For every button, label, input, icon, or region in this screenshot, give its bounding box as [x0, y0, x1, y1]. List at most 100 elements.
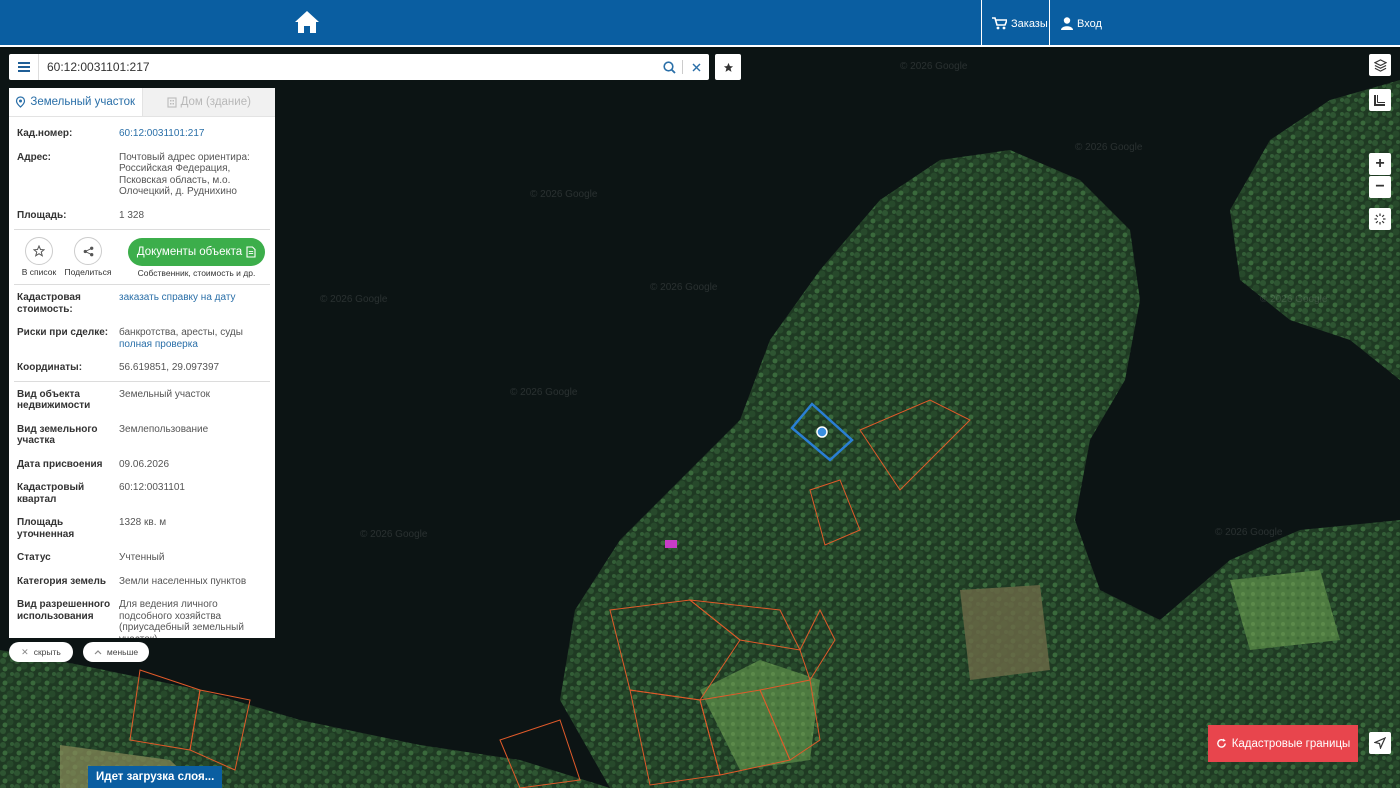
field-value: Землепользование [119, 423, 209, 435]
hide-panel-button[interactable]: ✕ скрыть [9, 642, 73, 662]
search-button[interactable] [656, 54, 682, 80]
login-label: Вход [1077, 17, 1102, 30]
field-value: Для ведения личного подсобного хозяйства… [119, 599, 244, 638]
menu-button[interactable] [9, 54, 39, 80]
layer-loading-indicator: Идет загрузка слоя... [88, 766, 223, 788]
share-label: Поделиться [64, 267, 112, 277]
login-button[interactable]: Вход [1061, 0, 1102, 47]
tab-building-label: Дом (здание) [180, 96, 251, 108]
field-status: Статус Учтенный [9, 552, 275, 564]
field-label: Площадь уточненная [17, 517, 75, 540]
top-bar: Заказы Вход [0, 0, 1400, 47]
add-to-list-label: В список [21, 267, 57, 277]
map-watermark: © 2026 Google [650, 282, 718, 293]
risks-value: банкротства, аресты, суды полная проверк… [119, 327, 267, 350]
field-label: Статус [17, 552, 51, 563]
coordinates-value: 56.619851, 29.097397 [119, 362, 220, 373]
zoom-out-button[interactable]: − [1369, 176, 1391, 198]
search-icon [662, 60, 676, 74]
field-value: 09.06.2026 [119, 458, 170, 470]
field-value: Земельный участок [119, 388, 211, 400]
zoom-in-button[interactable]: + [1369, 153, 1391, 175]
object-tabs: Земельный участок Дом (здание) [9, 88, 275, 117]
map-watermark: © 2026 Google [1215, 527, 1283, 538]
object-documents-button[interactable]: Документы объекта [128, 238, 265, 266]
navigation-arrow-icon [1374, 737, 1386, 749]
clear-search-button[interactable] [683, 54, 709, 80]
object-info-panel: Земельный участок Дом (здание) Кад.номер… [9, 88, 275, 638]
layers-icon [1373, 58, 1387, 72]
field-cad-number: Кад.номер: 60:12:0031101:217 [9, 128, 275, 140]
cad-number-link[interactable]: 60:12:0031101:217 [119, 128, 267, 140]
address-value: Почтовый адрес ориентира: Российская Фед… [119, 151, 250, 198]
field-area-precise: Площадь уточненная 1328 кв. м [9, 517, 275, 540]
home-icon[interactable] [294, 10, 320, 34]
add-to-list-button[interactable] [25, 237, 53, 265]
map-watermark: © 2026 Google [320, 294, 388, 305]
search-input[interactable] [39, 55, 656, 79]
close-icon [692, 63, 700, 71]
refresh-icon [1216, 738, 1226, 748]
minus-icon: − [1375, 178, 1385, 195]
field-plot-type: Вид земельного участка Землепользование [9, 424, 275, 447]
map-watermark: © 2026 Google [1260, 294, 1328, 305]
field-cad-quarter: Кадастровый квартал 60:12:0031101 [9, 482, 275, 505]
less-label: меньше [106, 647, 139, 657]
orders-label: Заказы [1011, 17, 1048, 30]
fullscreen-button[interactable] [1369, 208, 1391, 230]
field-coordinates: Координаты: 56.619851, 29.097397 [9, 362, 275, 374]
share-button[interactable] [74, 237, 102, 265]
field-label: Кад.номер: [17, 128, 73, 139]
layers-button[interactable] [1369, 54, 1391, 76]
parcel-icon [16, 96, 26, 108]
tab-land-plot-label: Земельный участок [30, 96, 136, 108]
object-actions: В список Поделиться Документы объекта Со… [9, 230, 275, 282]
risks-text: банкротства, аресты, суды [119, 327, 243, 338]
less-info-button[interactable]: меньше [83, 642, 149, 662]
field-value: 60:12:0031101 [119, 482, 185, 493]
field-label: Дата присвоения [17, 458, 103, 470]
star-outline-icon [33, 245, 45, 257]
map-watermark: © 2026 Google [900, 61, 968, 72]
map-watermark: © 2026 Google [530, 189, 598, 200]
full-check-link[interactable]: полная проверка [119, 339, 267, 351]
document-icon [246, 246, 256, 258]
field-label: Кадастровый квартал [17, 482, 85, 505]
field-label: Вид объекта недвижимости [17, 388, 91, 412]
field-area: Площадь: 1 328 [9, 210, 275, 222]
order-certificate-link[interactable]: заказать справку на дату [119, 292, 267, 315]
documents-button-label: Документы объекта [136, 246, 243, 258]
search-bar [9, 54, 709, 80]
field-label: Вид земельного участка [17, 423, 98, 447]
location-marker-icon[interactable] [816, 426, 828, 438]
chevron-up-icon [94, 650, 102, 655]
orders-button[interactable]: Заказы [992, 0, 1048, 47]
field-label: Кадастровая стоимость: [17, 292, 81, 315]
tab-land-plot[interactable]: Земельный участок [9, 88, 142, 116]
field-label: Вид разрешенного использования [17, 599, 111, 622]
star-icon [723, 62, 733, 72]
building-icon [167, 96, 177, 108]
cadastral-borders-button[interactable]: Кадастровые границы [1208, 725, 1358, 762]
documents-subtitle: Собственник, стоимость и др. [137, 268, 256, 278]
share-icon [83, 246, 93, 256]
measure-button[interactable] [1369, 89, 1391, 111]
area-value: 1 328 [119, 209, 145, 221]
map-watermark: © 2026 Google [1075, 142, 1143, 153]
field-label: Адрес: [17, 151, 51, 163]
geolocate-button[interactable] [1369, 732, 1391, 754]
field-value: Учтенный [119, 552, 165, 563]
tab-building[interactable]: Дом (здание) [141, 88, 275, 116]
hamburger-icon [17, 62, 30, 72]
loading-text: Идет загрузка слоя... [96, 771, 215, 783]
close-icon: ✕ [21, 646, 29, 657]
field-assignment-date: Дата присвоения 09.06.2026 [9, 459, 275, 471]
field-label: Категория земель [17, 575, 106, 587]
field-object-type: Вид объекта недвижимости Земельный участ… [9, 389, 275, 412]
field-cad-cost: Кадастровая стоимость: заказать справку … [9, 292, 275, 315]
favorite-button[interactable] [715, 54, 741, 80]
field-label: Риски при сделке: [17, 327, 109, 338]
divider [14, 380, 270, 382]
field-value: Земли населенных пунктов [119, 575, 247, 587]
field-address: Адрес: Почтовый адрес ориентира: Российс… [9, 152, 275, 198]
